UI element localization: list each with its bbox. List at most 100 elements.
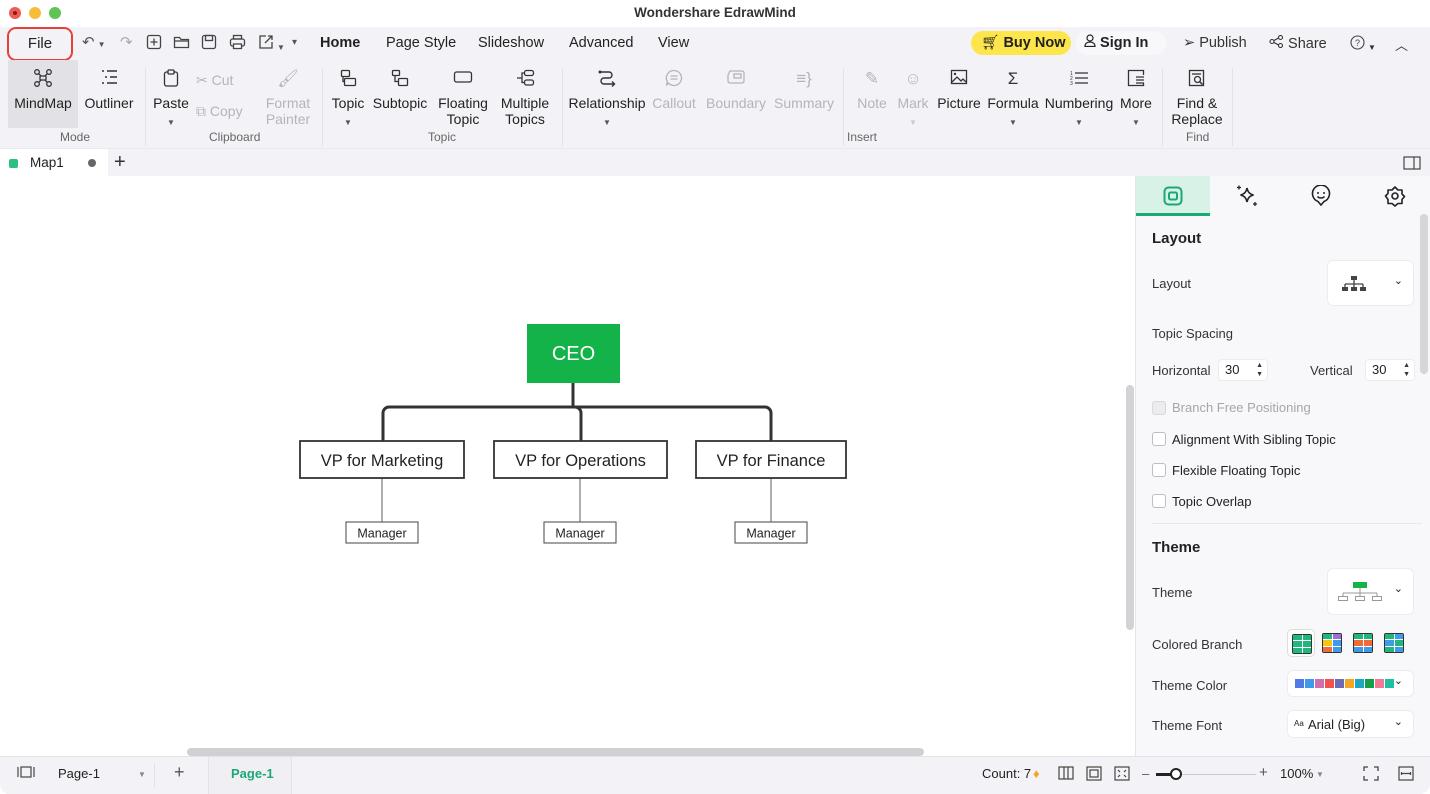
zoom-slider-handle[interactable] xyxy=(1170,768,1182,780)
numbering-button[interactable]: 123 Numbering ▼ xyxy=(1042,60,1116,131)
tab-home[interactable]: Home xyxy=(320,35,360,51)
summary-button[interactable]: ≡} Summary xyxy=(772,60,836,111)
page-select[interactable]: Page-1 xyxy=(58,766,100,781)
callout-button[interactable]: Callout xyxy=(650,60,698,111)
subtopic-manager-1[interactable]: Manager xyxy=(345,521,419,544)
multiple-topics-button[interactable]: Multiple Topics xyxy=(496,60,554,127)
spinner-icon[interactable]: ▲ ▼ xyxy=(1403,361,1410,379)
publish-button[interactable]: ➢ Publish xyxy=(1183,35,1247,51)
formula-button[interactable]: Σ Formula ▼ xyxy=(986,60,1040,131)
note-button[interactable]: ✎ Note xyxy=(852,60,892,111)
theme-select[interactable]: ⌄ xyxy=(1327,568,1414,615)
share-button[interactable]: Share xyxy=(1269,34,1327,52)
alignment-sibling-checkbox[interactable] xyxy=(1152,432,1166,446)
floating-topic-button[interactable]: Floating Topic xyxy=(434,60,492,127)
canvas-horizontal-scrollbar[interactable] xyxy=(187,748,924,756)
close-window-button[interactable] xyxy=(9,7,21,19)
chevron-down-icon: ⌄ xyxy=(1393,583,1403,595)
topic-vp-operations[interactable]: VP for Operations xyxy=(493,440,668,479)
fit-width-icon[interactable] xyxy=(1398,766,1414,784)
picture-button[interactable]: Picture xyxy=(935,60,983,111)
help-button[interactable]: ? ▼ xyxy=(1350,35,1376,54)
customize-toolbar-icon[interactable]: ▾ xyxy=(292,34,297,52)
theme-color-select[interactable]: ⌄ xyxy=(1287,670,1414,697)
cut-button[interactable]: ✂ Cut xyxy=(196,71,233,89)
mindmap-canvas[interactable]: CEO VP for Marketing VP for Operations V… xyxy=(0,176,1135,756)
paste-button[interactable]: Paste ▼ xyxy=(150,60,192,131)
file-menu-button[interactable]: File xyxy=(7,27,73,61)
undo-icon[interactable]: ↶ ▼ xyxy=(82,34,106,54)
minimize-window-button[interactable] xyxy=(29,7,41,19)
redo-icon[interactable]: ↷ xyxy=(120,34,133,52)
save-icon[interactable] xyxy=(201,34,217,55)
new-icon[interactable] xyxy=(146,34,162,55)
mindmap-mode-button[interactable]: MindMap xyxy=(8,60,78,128)
format-painter-button[interactable]: 🖌︎ Format Painter xyxy=(262,60,314,127)
panel-scrollbar[interactable] xyxy=(1420,214,1428,374)
maximize-window-button[interactable] xyxy=(49,7,61,19)
subtopic-manager-2[interactable]: Manager xyxy=(543,521,617,544)
chevron-down-icon[interactable]: ▼ xyxy=(138,770,146,779)
more-button[interactable]: More ▼ xyxy=(1117,60,1155,131)
vertical-spacing-input[interactable]: 30 ▲ ▼ xyxy=(1365,359,1415,381)
zoom-slider[interactable] xyxy=(1156,768,1256,780)
page-list-icon[interactable] xyxy=(17,766,35,781)
colored-branch-option[interactable] xyxy=(1380,629,1408,657)
cut-label: Cut xyxy=(211,72,234,88)
tab-advanced[interactable]: Advanced xyxy=(569,35,634,51)
chevron-down-icon[interactable]: ▼ xyxy=(1316,770,1324,779)
spinner-icon[interactable]: ▲ ▼ xyxy=(1256,361,1263,379)
copy-button[interactable]: ⧉ Copy xyxy=(196,102,243,120)
unsaved-dot-icon[interactable] xyxy=(88,159,96,167)
panel-tab-mark[interactable] xyxy=(1284,176,1358,216)
outliner-mode-button[interactable]: Outliner xyxy=(80,60,138,111)
canvas-vertical-scrollbar[interactable] xyxy=(1126,385,1134,630)
panel-tab-settings[interactable] xyxy=(1358,176,1430,216)
colored-branch-option[interactable] xyxy=(1287,629,1315,657)
zoom-in-button[interactable]: + xyxy=(1259,764,1268,781)
doc-tab-map1[interactable]: Map1 xyxy=(0,149,108,177)
subtopic-manager-3[interactable]: Manager xyxy=(734,521,808,544)
colored-branch-option[interactable] xyxy=(1349,629,1377,657)
fit-window-icon[interactable] xyxy=(1114,766,1130,784)
colored-branch-option[interactable] xyxy=(1318,629,1346,657)
mark-button[interactable]: ☺ Mark ▼ xyxy=(893,60,933,131)
zoom-out-button[interactable]: – xyxy=(1142,766,1149,781)
export-icon[interactable]: ▼ xyxy=(258,34,285,57)
panel-tab-layout[interactable] xyxy=(1136,176,1210,216)
boundary-button[interactable]: Boundary xyxy=(704,60,768,111)
add-page-button[interactable]: + xyxy=(174,762,185,783)
zoom-level[interactable]: 100% xyxy=(1280,766,1313,781)
sign-in-button[interactable]: Sign In xyxy=(1076,31,1166,55)
tab-view[interactable]: View xyxy=(658,35,689,51)
collapse-ribbon-icon[interactable]: ︿ xyxy=(1395,35,1408,54)
page-tab-1[interactable]: Page-1 xyxy=(208,757,292,794)
layout-select[interactable]: ⌄ xyxy=(1327,260,1414,306)
topic-overlap-checkbox[interactable] xyxy=(1152,494,1166,508)
relationship-button[interactable]: Relationship ▼ xyxy=(566,60,648,131)
panel-tab-style[interactable] xyxy=(1210,176,1284,216)
tab-page-style[interactable]: Page Style xyxy=(386,35,456,51)
root-topic[interactable]: CEO xyxy=(527,324,620,383)
topic-vp-marketing[interactable]: VP for Marketing xyxy=(299,440,465,479)
subtopic-button[interactable]: Subtopic xyxy=(370,60,430,111)
fullscreen-icon[interactable] xyxy=(1363,766,1379,784)
buy-now-button[interactable]: 🛒︎ Buy Now xyxy=(971,31,1071,55)
toggle-panel-icon[interactable] xyxy=(1403,156,1421,175)
open-folder-icon[interactable] xyxy=(173,34,190,55)
branch-color-cell xyxy=(1385,634,1394,640)
new-tab-button[interactable]: + xyxy=(114,150,126,174)
print-icon[interactable] xyxy=(229,34,246,55)
book-view-icon[interactable] xyxy=(1058,766,1074,783)
flexible-floating-checkbox[interactable] xyxy=(1152,463,1166,477)
theme-font-select[interactable]: Aa Arial (Big) ⌄ xyxy=(1287,710,1414,738)
topic-vp-finance[interactable]: VP for Finance xyxy=(695,440,847,479)
find-replace-button[interactable]: Find & Replace xyxy=(1168,60,1226,127)
relationship-label: Relationship xyxy=(568,95,646,111)
tab-slideshow[interactable]: Slideshow xyxy=(478,35,544,51)
topic-button[interactable]: Topic ▼ xyxy=(328,60,368,131)
branch-free-positioning-checkbox[interactable] xyxy=(1152,401,1166,415)
fit-page-icon[interactable] xyxy=(1086,766,1102,784)
paste-icon xyxy=(150,69,192,89)
horizontal-spacing-input[interactable]: 30 ▲ ▼ xyxy=(1218,359,1268,381)
